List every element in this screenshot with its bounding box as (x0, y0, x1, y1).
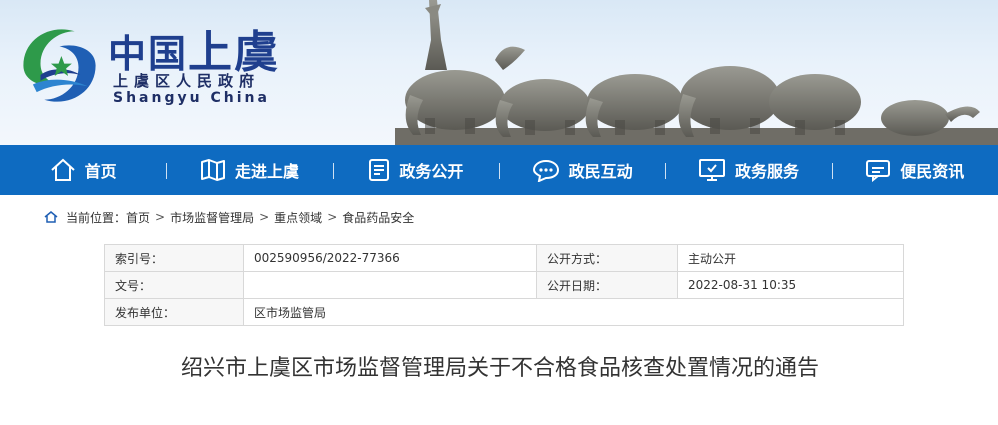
nav-item-label: 政务公开 (399, 162, 464, 181)
site-subtitle-en: Shangyu China (113, 90, 270, 106)
breadcrumb-link-market-bureau[interactable]: 市场监督管理局 (170, 209, 254, 226)
publisher-label: 发布单位： (104, 298, 244, 326)
breadcrumb-separator: > (155, 210, 166, 224)
publisher-value: 区市场监管局 (243, 298, 904, 326)
monitor-icon (698, 159, 725, 181)
breadcrumb-separator: > (259, 210, 270, 224)
nav-item-home[interactable]: 首页 (0, 145, 166, 195)
article-title: 绍兴市上虞区市场监督管理局关于不合格食品核查处置情况的通告 (180, 356, 819, 381)
nav-item-label: 首页 (84, 162, 117, 181)
doc-no-label: 文号： (104, 271, 244, 299)
document-meta-table: 索引号： 002590956/2022-77366 公开方式： 主动公开 文号：… (104, 244, 904, 326)
nav-item-label: 政务服务 (734, 162, 799, 181)
nav-item-interaction[interactable]: 政民互动 (498, 145, 665, 195)
breadcrumb-link-key-areas[interactable]: 重点领域 (274, 209, 322, 226)
header-banner: 中国上虞 上虞区人民政府 Shangyu China (0, 0, 998, 145)
meta-row: 文号： 公开日期： 2022-08-31 10:35 (104, 271, 904, 299)
nav-item-label: 走进上虞 (234, 162, 299, 181)
logo-icon[interactable] (12, 18, 107, 113)
nav-item-about[interactable]: 走进上虞 (166, 145, 332, 195)
map-icon (200, 159, 225, 181)
meta-row: 发布单位： 区市场监管局 (104, 298, 904, 326)
breadcrumb-link-home[interactable]: 首页 (126, 209, 150, 226)
index-label: 索引号： (104, 244, 244, 272)
breadcrumb: 当前位置： 首页 > 市场监督管理局 > 重点领域 > 食品药品安全 (0, 195, 998, 239)
nav-item-gov-affairs[interactable]: 政务公开 (332, 145, 499, 195)
open-date-label: 公开日期： (536, 271, 678, 299)
home-icon (44, 211, 58, 223)
breadcrumb-link-food-safety[interactable]: 食品药品安全 (342, 209, 414, 226)
breadcrumb-prefix: 当前位置： (66, 210, 127, 225)
site-subtitle: 上虞区人民政府 (113, 72, 261, 90)
meta-row: 索引号： 002590956/2022-77366 公开方式： 主动公开 (104, 244, 904, 272)
nav-item-services[interactable]: 政务服务 (665, 145, 831, 195)
main-nav: 首页 走进上虞 政务公开 政民互动 政务服务 便民资讯 (0, 145, 998, 195)
nav-item-info[interactable]: 便民资讯 (831, 145, 998, 195)
open-date-value: 2022-08-31 10:35 (677, 271, 904, 299)
open-mode-value: 主动公开 (677, 244, 904, 272)
nav-item-label: 政民互动 (568, 162, 633, 181)
doc-no-value (243, 271, 537, 299)
index-value: 002590956/2022-77366 (243, 244, 537, 272)
nav-item-label: 便民资讯 (900, 162, 965, 181)
open-mode-label: 公开方式： (536, 244, 678, 272)
home-icon (50, 158, 75, 181)
document-icon (369, 159, 390, 181)
chat-icon (532, 159, 559, 182)
breadcrumb-separator: > (327, 210, 338, 224)
message-icon (866, 160, 891, 182)
elephant-statue-image (395, 0, 998, 145)
